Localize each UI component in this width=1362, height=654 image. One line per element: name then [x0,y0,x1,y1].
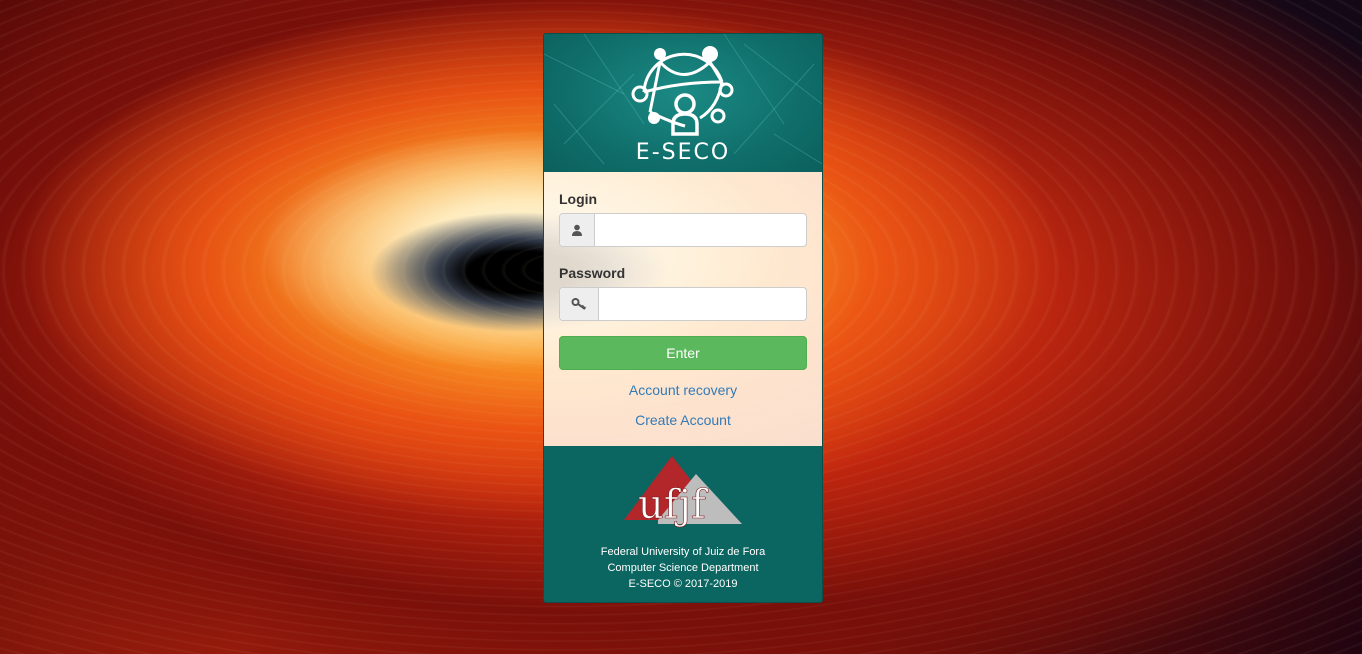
svg-text:ufjf: ufjf [638,482,709,528]
login-form: Login Password Enter Account recovery Cr… [544,172,822,446]
user-icon [560,214,595,246]
card-footer: ufjf Federal University of Juiz de Fora … [544,446,822,602]
department-name: Computer Science Department [607,562,759,574]
enter-button[interactable]: Enter [559,336,807,370]
password-label: Password [559,265,626,281]
user-figure [671,93,699,136]
login-label: Login [559,191,598,207]
card-header: E-SECO [544,34,822,172]
university-name: Federal University of Juiz de Fora [600,546,766,558]
key-icon [560,288,599,320]
password-input-group [559,287,807,321]
brand-title: E-SECO [635,140,731,165]
account-recovery-link[interactable]: Account recovery [544,382,822,398]
create-account-link[interactable]: Create Account [544,412,822,428]
copyright-text: E-SECO © 2017-2019 [628,578,738,590]
password-input[interactable] [599,288,806,320]
ufjf-logo: ufjf [624,456,742,528]
login-card: E-SECO Login Password Enter Account reco… [543,33,823,603]
login-input-group [559,213,807,247]
e-seco-logo [631,46,734,136]
login-input[interactable] [595,214,806,246]
